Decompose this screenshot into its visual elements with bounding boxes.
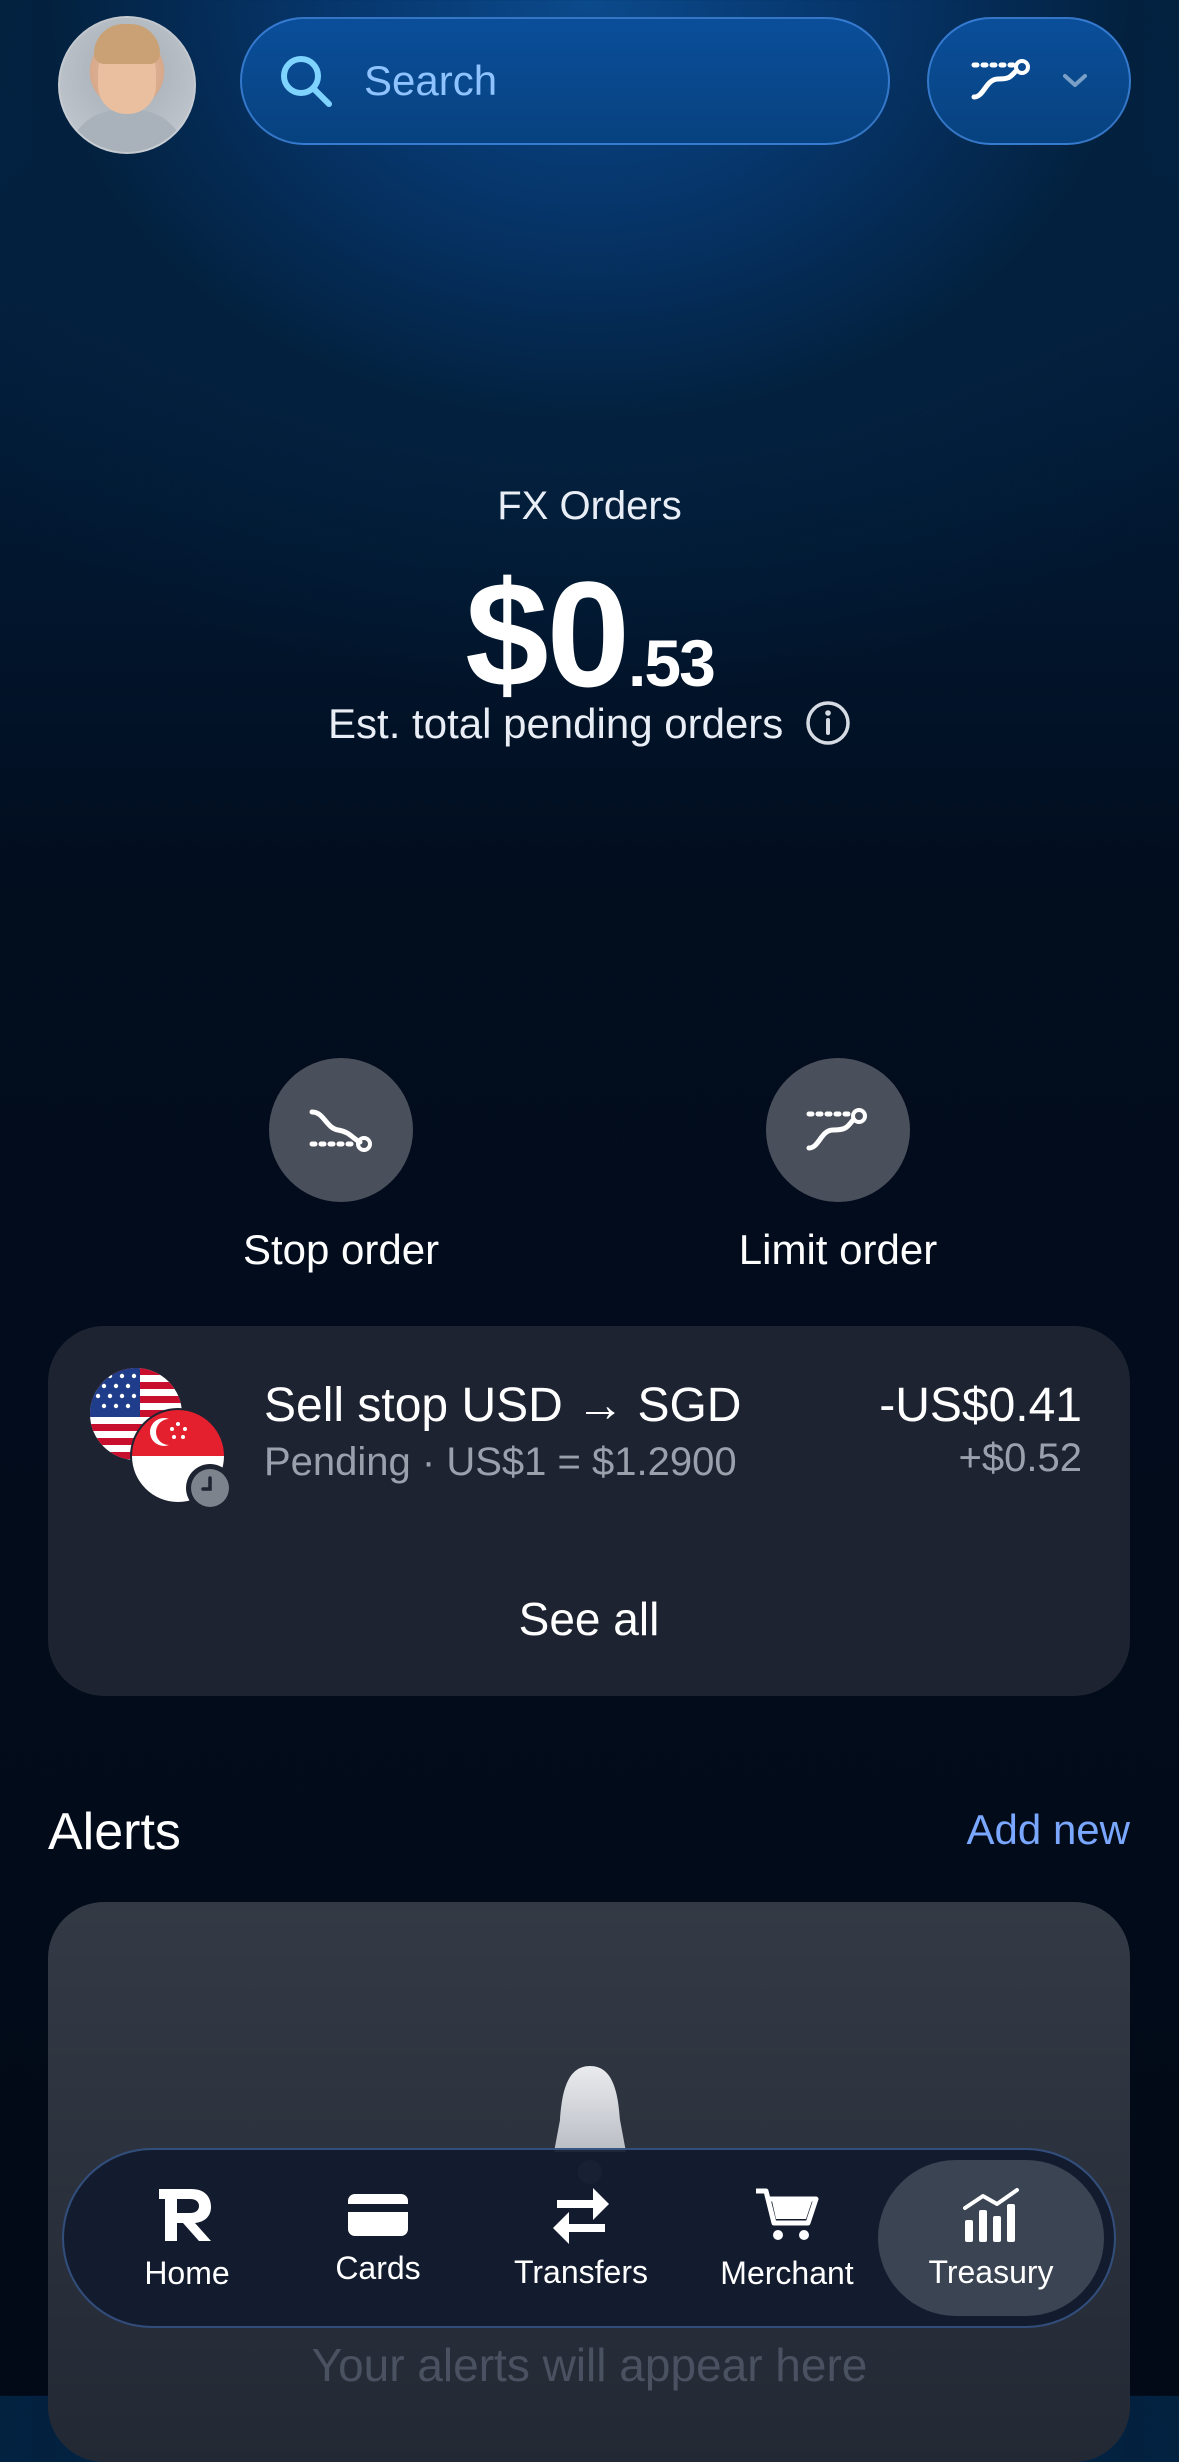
limit-order-icon <box>971 59 1030 100</box>
tab-transfers[interactable]: Transfers <box>496 2160 666 2316</box>
card-icon <box>348 2193 408 2236</box>
total-amount: $0.53 <box>0 548 1179 721</box>
tab-merchant[interactable]: Merchant <box>706 2160 868 2316</box>
avatar[interactable] <box>58 16 196 154</box>
alerts-empty-text: Your alerts will appear here <box>311 2339 868 2391</box>
tab-cards[interactable]: Cards <box>298 2160 458 2316</box>
order-converted-amount: +$0.52 <box>958 1436 1082 1480</box>
page-title: FX Orders <box>497 484 682 528</box>
info-icon[interactable] <box>805 700 851 746</box>
stop-order-label: Stop order <box>242 1226 440 1273</box>
chart-bars-icon <box>963 2187 1019 2242</box>
tab-treasury-label: Treasury <box>928 2253 1054 2290</box>
amount-main: $0 <box>465 550 630 718</box>
limit-order-button[interactable] <box>766 1058 910 1202</box>
tab-home[interactable]: Home <box>108 2160 266 2316</box>
add-alert-link[interactable]: Add new <box>967 1806 1130 1854</box>
order-type-dropdown-button[interactable] <box>927 17 1131 145</box>
revolut-logo-icon <box>159 2188 211 2241</box>
cart-icon <box>756 2188 819 2240</box>
see-all-button[interactable]: See all <box>48 1592 1130 1646</box>
tab-treasury[interactable]: Treasury <box>878 2160 1104 2316</box>
amount-cents: .53 <box>628 626 716 700</box>
transfers-icon <box>553 2187 609 2244</box>
order-amount: -US$0.41 <box>879 1379 1082 1432</box>
tab-merchant-label: Merchant <box>720 2254 854 2291</box>
tab-home-label: Home <box>144 2254 230 2291</box>
amount-subtitle: Est. total pending orders <box>0 700 1179 748</box>
stop-order-icon <box>309 1109 372 1152</box>
search-bar[interactable]: Search <box>240 17 890 145</box>
tab-transfers-label: Transfers <box>514 2253 648 2290</box>
order-currency-icon <box>88 1366 238 1516</box>
limit-order-label: Limit order <box>738 1226 938 1273</box>
tab-cards-label: Cards <box>335 2249 421 2286</box>
search-placeholder: Search <box>364 57 498 104</box>
alerts-heading: Alerts <box>48 1803 181 1861</box>
amount-subtitle-text: Est. total pending orders <box>328 700 784 747</box>
limit-order-icon <box>806 1108 867 1151</box>
order-title[interactable]: Sell stop USD → SGD <box>264 1378 741 1433</box>
search-icon <box>281 56 332 107</box>
stop-order-button[interactable] <box>269 1058 413 1202</box>
order-subtitle: Pending · US$1 = $1.2900 <box>264 1440 737 1484</box>
chevron-down-icon <box>1063 74 1087 87</box>
